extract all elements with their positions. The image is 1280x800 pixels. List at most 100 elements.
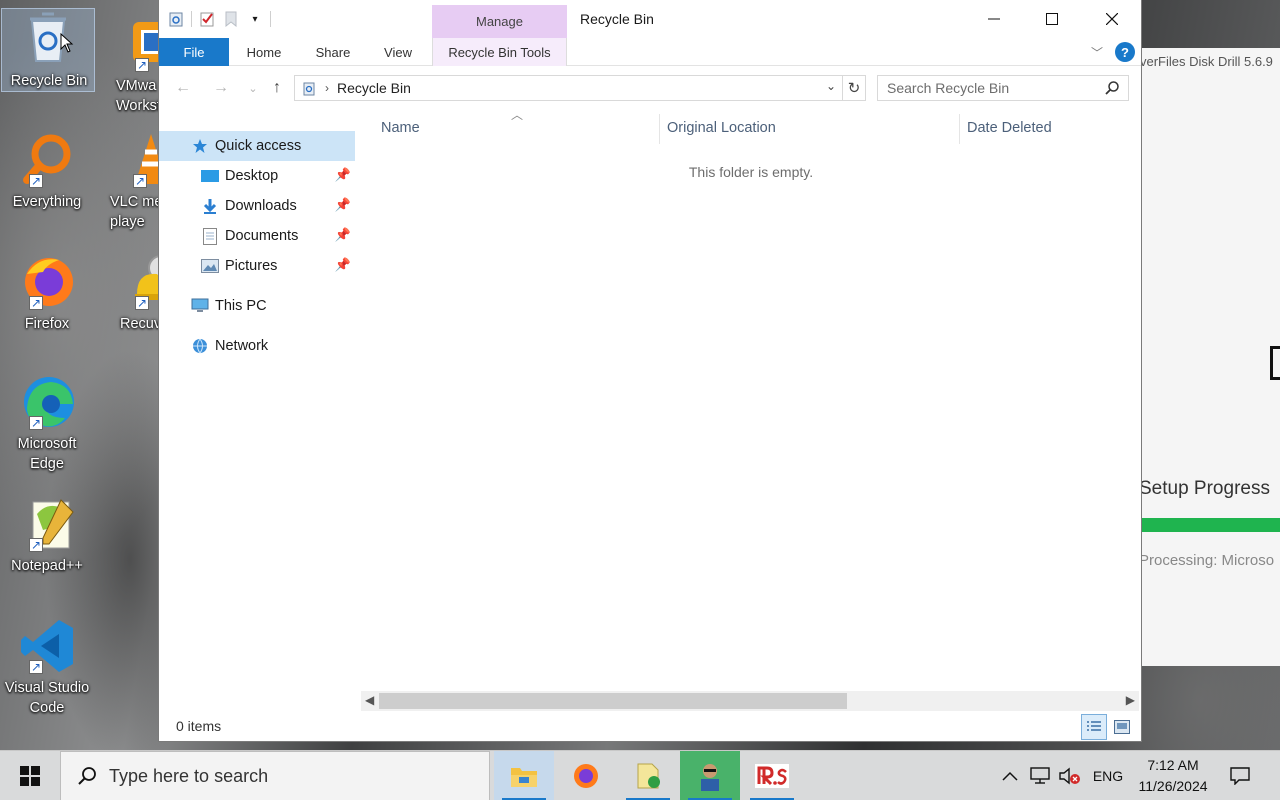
desktop-icon-vscode[interactable]: Visual Studio Code [0, 618, 94, 718]
customize-toolbar-dropdown-icon[interactable]: ▾ [246, 10, 264, 28]
forward-button[interactable]: → [209, 76, 233, 100]
nav-item-downloads[interactable]: Downloads 📌 [159, 191, 355, 221]
tab-view[interactable]: View [373, 38, 423, 66]
desktop-icon-notepadpp[interactable]: Notepad++ [0, 496, 94, 576]
refresh-button[interactable]: ↻ [843, 75, 866, 101]
recent-locations-chevron-icon[interactable]: ⌄ [241, 76, 265, 100]
up-button[interactable]: ↑ [265, 76, 289, 100]
documents-icon [201, 227, 219, 245]
pin-icon[interactable]: 📌 [335, 227, 351, 243]
search-input[interactable] [887, 80, 1097, 96]
minimize-button[interactable] [965, 0, 1023, 38]
ribbon-right-controls: ﹀ ? [1091, 42, 1135, 62]
desktop-icon-everything[interactable]: Everything [0, 132, 94, 212]
maximize-button[interactable] [1023, 0, 1081, 38]
desktop-icon-label: Visual Studio Code [4, 680, 90, 716]
nav-item-this-pc[interactable]: This PC [159, 291, 355, 321]
close-button[interactable] [1083, 0, 1141, 38]
scrollbar-thumb[interactable] [379, 693, 847, 709]
star-icon [191, 137, 209, 155]
column-header-name[interactable]: Name [373, 112, 659, 144]
setup-progress-bar [1142, 518, 1280, 532]
show-hidden-icons-chevron-icon[interactable] [996, 751, 1024, 800]
tab-recycle-bin-tools[interactable]: Recycle Bin Tools [432, 38, 567, 66]
desktop-icon-firefox[interactable]: Firefox [0, 254, 94, 334]
nav-item-documents[interactable]: Documents 📌 [159, 221, 355, 251]
new-folder-icon[interactable] [222, 10, 240, 28]
horizontal-scrollbar[interactable]: ◀ ▶ [361, 691, 1139, 711]
title-bar[interactable]: ▾ Manage Recycle Bin [159, 0, 1141, 38]
taskbar: Type here to search ENG 7:12 AM 11/26/20… [0, 750, 1280, 800]
pin-icon[interactable]: 📌 [335, 257, 351, 273]
address-dropdown-icon[interactable]: ⌄ [826, 79, 836, 93]
taskbar-user-app[interactable] [680, 751, 740, 800]
details-view-button[interactable] [1081, 714, 1107, 740]
recycle-bin-location-icon [301, 80, 317, 96]
search-box[interactable] [877, 75, 1129, 101]
tab-home[interactable]: Home [237, 38, 291, 66]
large-icons-view-button[interactable] [1109, 714, 1135, 740]
desktop-icon-edge[interactable]: Microsoft Edge [0, 374, 94, 474]
downloads-arrow-icon [201, 197, 219, 215]
setup-progress-label: Setup Progress [1142, 478, 1270, 499]
scroll-right-arrow-icon[interactable]: ▶ [1126, 693, 1135, 707]
file-explorer-window[interactable]: ▾ Manage Recycle Bin File Home Share Vie… [158, 0, 1142, 742]
address-bar[interactable]: › Recycle Bin ⌄ [294, 75, 843, 101]
window-title: Recycle Bin [580, 11, 654, 27]
column-header-date-deleted[interactable]: Date Deleted [959, 112, 1129, 144]
nav-item-pictures[interactable]: Pictures 📌 [159, 251, 355, 281]
taskbar-file-explorer[interactable] [494, 751, 554, 800]
scroll-left-arrow-icon[interactable]: ◀ [365, 693, 374, 707]
network-status-icon[interactable] [1026, 751, 1054, 800]
ribbon-tab-bar: File Home Share View Recycle Bin Tools [159, 38, 1141, 66]
clock-date: 11/26/2024 [1138, 778, 1208, 794]
help-icon[interactable]: ? [1115, 42, 1135, 62]
desktop-icon-label: Everything [12, 194, 82, 210]
search-icon [1104, 80, 1120, 99]
nav-item-quick-access[interactable]: Quick access [159, 131, 355, 161]
expand-ribbon-chevron-icon[interactable]: ﹀ [1091, 44, 1103, 61]
nav-label: Documents [225, 228, 299, 244]
nav-label: Downloads [225, 198, 297, 214]
tab-share[interactable]: Share [305, 38, 361, 66]
language-indicator[interactable]: ENG [1088, 751, 1128, 800]
nav-label: Network [215, 338, 269, 354]
breadcrumb-recycle-bin[interactable]: Recycle Bin [337, 80, 411, 96]
taskbar-search-box[interactable]: Type here to search [60, 751, 490, 800]
action-center-notification-icon[interactable] [1222, 751, 1258, 800]
pin-icon[interactable]: 📌 [335, 197, 351, 213]
windows-logo-icon [20, 766, 40, 786]
taskbar-notepad-app[interactable] [618, 751, 678, 800]
everything-icon [19, 132, 75, 191]
nav-label: Pictures [225, 258, 278, 274]
rs-logo-icon [755, 764, 789, 788]
desktop-icon-label: Notepad++ [11, 558, 83, 574]
item-count: 0 items [176, 718, 222, 734]
tab-file[interactable]: File [159, 38, 229, 66]
manage-context-tab[interactable]: Manage [432, 5, 567, 38]
nav-item-network[interactable]: Network [159, 331, 355, 361]
taskbar-clock[interactable]: 7:12 AM 11/26/2024 [1128, 755, 1218, 797]
column-header-original-location[interactable]: Original Location [659, 112, 959, 144]
disk-drill-title: verFiles Disk Drill 5.6.9 [1142, 54, 1273, 69]
start-button[interactable] [0, 751, 60, 800]
breadcrumb-separator-icon[interactable]: › [325, 81, 329, 95]
recycle-bin-small-icon[interactable] [167, 10, 185, 28]
firefox-icon [574, 764, 598, 788]
empty-folder-message: This folder is empty. [688, 164, 814, 180]
disk-drill-window[interactable]: verFiles Disk Drill 5.6.9 Setup Progress… [1142, 48, 1280, 666]
taskbar-search-placeholder: Type here to search [109, 765, 269, 786]
volume-muted-icon[interactable] [1056, 751, 1084, 800]
desktop-icon-recycle-bin[interactable]: Recycle Bin [1, 8, 95, 92]
recycle-bin-icon [20, 9, 76, 65]
taskbar-rs-app[interactable] [742, 751, 802, 800]
back-button[interactable]: ← [171, 76, 195, 100]
clock-time: 7:12 AM [1147, 757, 1199, 773]
notepadpp-icon [19, 496, 75, 555]
processing-label: Processing: Microso [1142, 552, 1275, 569]
properties-check-icon[interactable] [198, 10, 216, 28]
desktop-icon-label: Recycle Bin [10, 73, 88, 89]
desktop-icon-label: Microsoft Edge [17, 436, 77, 472]
taskbar-firefox[interactable] [556, 751, 616, 800]
desktop-icon-label: Firefox [24, 316, 70, 332]
